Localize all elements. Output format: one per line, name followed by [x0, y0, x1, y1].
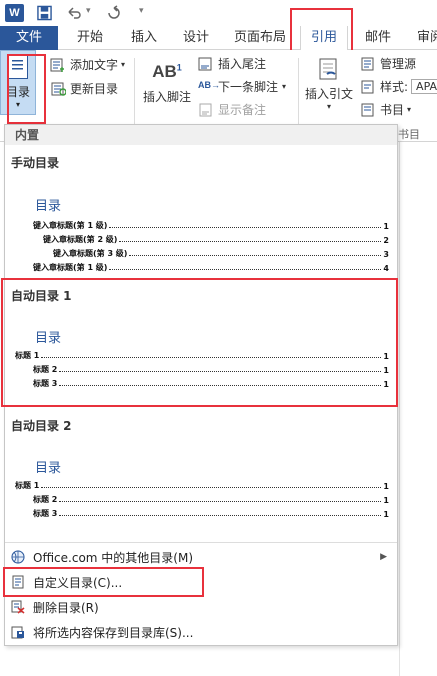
- bibliography-label: 书目: [380, 103, 405, 117]
- tab-mailings[interactable]: 邮件: [358, 26, 398, 50]
- bibliography-group-label: 书目: [398, 128, 420, 141]
- citation-icon: [319, 58, 337, 80]
- toc-preview-line: 标题 31: [33, 379, 389, 389]
- insert-endnote-button[interactable]: 插入尾注: [198, 55, 266, 72]
- update-toc-icon: [51, 82, 66, 96]
- ribbon-separator: [134, 58, 135, 128]
- toc-preview-line: 标题 11: [15, 481, 389, 491]
- add-text-button[interactable]: 添加文字 ▾: [50, 56, 125, 73]
- menu-item-label: 删除目录(R): [33, 600, 99, 615]
- toc-preview-line: 标题 21: [33, 365, 389, 375]
- toc-preview-line: 键入章标题(第 1 级) 1: [33, 221, 389, 231]
- toc-doc-icon: [8, 55, 28, 79]
- save-gallery-icon: [11, 625, 25, 639]
- tab-insert[interactable]: 插入: [124, 26, 164, 50]
- ribbon-tabs: 文件 开始 插入 设计 页面布局 引用 邮件 审阅: [0, 26, 437, 51]
- style-icon: [361, 80, 374, 93]
- save-icon[interactable]: [37, 4, 52, 22]
- insert-footnote-label: 插入脚注: [143, 90, 192, 104]
- style-label: 样式:: [380, 80, 409, 94]
- menu-item-save-selection-to-gallery[interactable]: 将所选内容保存到目录库(S)...: [5, 620, 397, 644]
- next-footnote-label: 下一条脚注: [218, 80, 279, 94]
- tab-review[interactable]: 审阅: [410, 26, 437, 50]
- toc-dropdown-menu: 内置 手动目录 目录 键入章标题(第 1 级) 1 键入章标题(第 2 级) 2 键…: [4, 124, 398, 646]
- insert-footnote-button[interactable]: AB1 插入脚注: [143, 62, 191, 105]
- tab-page-layout[interactable]: 页面布局: [228, 26, 292, 50]
- word-app-icon[interactable]: W: [5, 4, 24, 22]
- toc-preview-line: 键入章标题(第 2 级) 2: [43, 235, 389, 245]
- update-toc-button[interactable]: 更新目录: [50, 80, 118, 97]
- insert-citation-label: 插入引文: [305, 87, 354, 101]
- endnote-icon: [198, 57, 212, 70]
- toc-preview-line: 键入章标题(第 1 级) 4: [33, 263, 389, 273]
- menu-item-label: Office.com 中的其他目录(M): [33, 550, 194, 565]
- gallery-item-auto-toc-1[interactable]: 自动目录 1 目录 标题 11 标题 21 标题 31: [5, 279, 397, 407]
- toc-preview-line: 标题 11: [15, 351, 389, 361]
- add-text-icon: [50, 58, 64, 72]
- quick-access-toolbar: W ▾ ▾: [0, 0, 437, 26]
- toc-preview-line: 标题 31: [33, 509, 389, 519]
- menu-item-office-more-toc[interactable]: Office.com 中的其他目录(M) ▶: [5, 545, 397, 569]
- next-footnote-icon: AB→: [198, 79, 220, 90]
- style-value[interactable]: APA: [411, 79, 437, 94]
- next-footnote-button[interactable]: AB→ 下一条脚注 ▾: [198, 78, 286, 95]
- gallery-item-title: 自动目录 2: [11, 419, 72, 433]
- menu-item-label: 将所选内容保存到目录库(S)...: [33, 625, 194, 640]
- footnote-icon: AB1: [152, 62, 182, 81]
- add-text-label: 添加文字: [70, 58, 119, 72]
- section-header-builtin: 内置: [5, 125, 397, 145]
- toc-preview-line: 标题 21: [33, 495, 389, 505]
- tab-file[interactable]: 文件: [0, 26, 58, 50]
- table-of-contents-button[interactable]: 目录 ▾: [0, 50, 36, 115]
- toc-dropdown-icon: ▾: [15, 100, 20, 109]
- gallery-item-auto-toc-2[interactable]: 自动目录 2 目录 标题 11 标题 21 标题 31: [5, 407, 397, 535]
- customize-qat-icon[interactable]: ▾: [139, 6, 144, 24]
- insert-citation-button[interactable]: 插入引文 ▾: [305, 56, 353, 111]
- redo-icon[interactable]: [106, 4, 122, 22]
- menu-item-remove-toc[interactable]: 删除目录(R): [5, 595, 397, 619]
- manage-sources-button[interactable]: 管理源: [360, 55, 416, 72]
- submenu-arrow-icon: ▶: [380, 552, 387, 562]
- toc-preview-heading: 目录: [35, 199, 62, 214]
- insert-endnote-label: 插入尾注: [218, 57, 267, 71]
- show-notes-button[interactable]: 显示备注: [198, 101, 266, 118]
- update-toc-label: 更新目录: [70, 82, 119, 96]
- gallery-item-manual-toc[interactable]: 手动目录 目录 键入章标题(第 1 级) 1 键入章标题(第 2 级) 2 键入章标…: [5, 145, 397, 279]
- document-area-edge: [399, 142, 437, 676]
- gallery-item-title: 手动目录: [11, 156, 60, 170]
- menu-divider: [5, 542, 397, 543]
- ribbon-separator: [298, 58, 299, 128]
- undo-dropdown-icon[interactable]: ▾: [86, 6, 91, 24]
- toc-preview-heading: 目录: [35, 331, 62, 346]
- gallery-item-title: 自动目录 1: [11, 289, 72, 303]
- bibliography-icon: [361, 103, 374, 116]
- show-notes-icon: [199, 103, 212, 116]
- undo-icon[interactable]: [66, 4, 82, 22]
- menu-item-custom-toc[interactable]: 自定义目录(C)...: [5, 570, 397, 594]
- tab-home[interactable]: 开始: [70, 26, 110, 50]
- toc-preview-line: 键入章标题(第 3 级) 3: [53, 249, 389, 259]
- bibliography-button[interactable]: 书目 ▾: [360, 101, 411, 118]
- show-notes-label: 显示备注: [218, 103, 267, 117]
- doc-icon: [11, 575, 25, 589]
- delete-toc-icon: [11, 600, 25, 614]
- toc-preview-heading: 目录: [35, 461, 62, 476]
- menu-item-label: 自定义目录(C)...: [33, 575, 123, 590]
- tab-design[interactable]: 设计: [176, 26, 216, 50]
- manage-sources-label: 管理源: [380, 57, 417, 71]
- tab-references[interactable]: 引用: [300, 26, 348, 51]
- style-selector[interactable]: 样式: APA: [360, 78, 437, 95]
- toc-label: 目录: [5, 85, 30, 99]
- manage-sources-icon: [361, 57, 374, 70]
- office-icon: [11, 550, 25, 564]
